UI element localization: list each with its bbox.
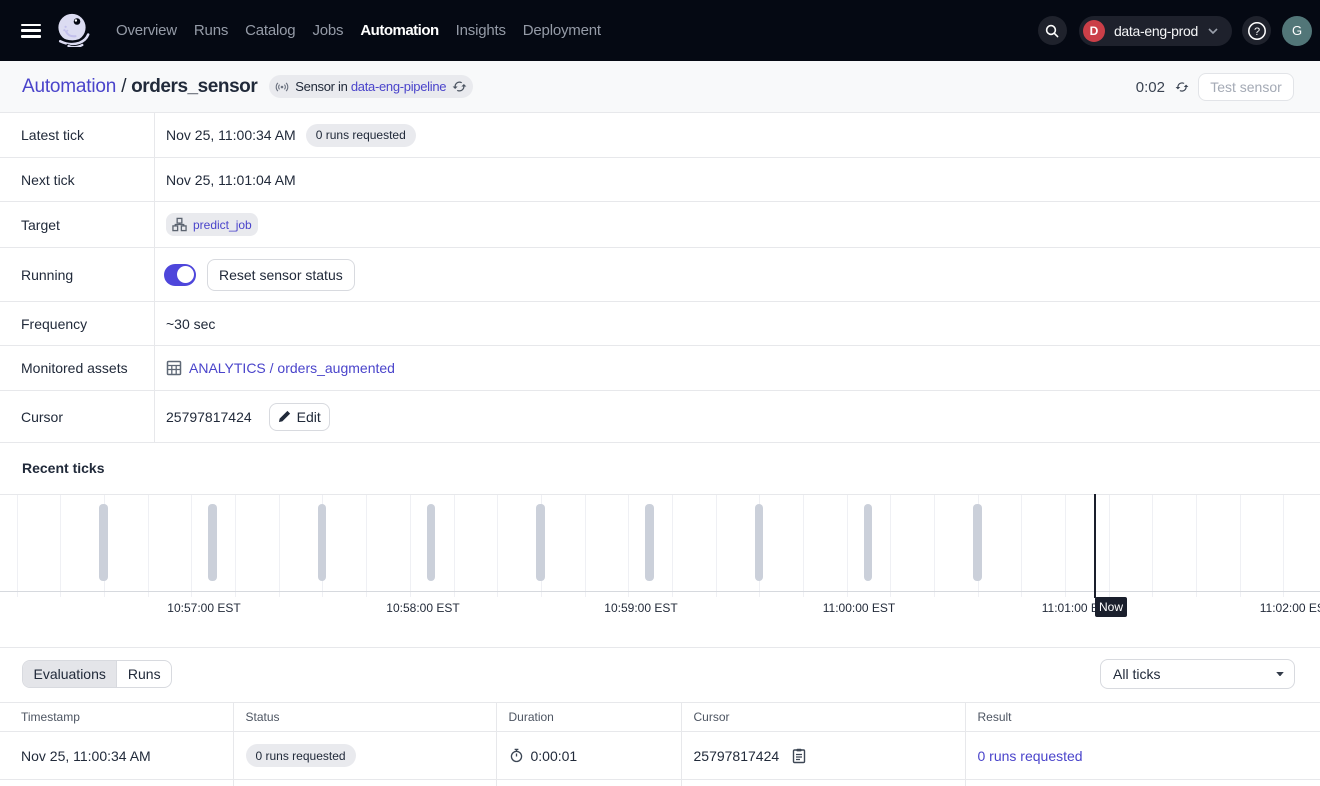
svg-text:?: ? (1253, 26, 1259, 38)
